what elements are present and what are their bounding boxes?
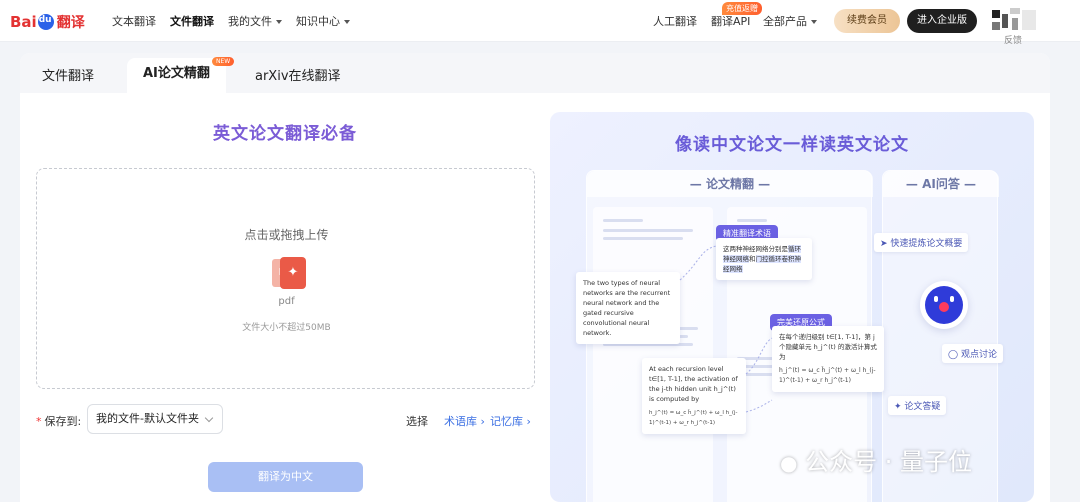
upload-title: 英文论文翻译必备 (213, 124, 357, 144)
wechat-icon: ● (780, 451, 798, 475)
memory-link[interactable]: 记忆库 › (490, 413, 531, 429)
file-size-limit: 文件大小不超过50MB (242, 323, 331, 333)
discuss-icon: ◯ (948, 350, 961, 360)
save-folder-value: 我的文件-默认文件夹 (96, 412, 199, 425)
chip-discuss: ◯ 观点讨论 (942, 344, 1003, 363)
nav-my-files-label: 我的文件 (228, 15, 272, 28)
chip-summary: ➤ 快速提炼论文概要 (874, 233, 969, 252)
baidu-paw-icon (37, 14, 54, 30)
nav-knowledge-label: 知识中心 (296, 15, 340, 28)
user-avatar[interactable] (990, 6, 1044, 36)
chevron-down-icon (276, 20, 282, 24)
save-to-label: * 保存到: (36, 415, 82, 428)
chip-qa-label: 论文答疑 (904, 402, 941, 412)
nav-text-translate[interactable]: 文本翻译 (112, 13, 156, 29)
translate-to-chinese-button[interactable]: 翻译为中文 (208, 462, 363, 492)
nav-all-products[interactable]: 全部产品 (763, 13, 817, 29)
pdf-file-icon: F ✦ (272, 257, 306, 291)
chevron-down-icon (811, 20, 817, 24)
chevron-down-icon (344, 20, 350, 24)
wechat-watermark: ● 公众号 · 量子位 (780, 442, 972, 477)
renew-vip-button[interactable]: 续费会员 (834, 9, 900, 33)
select-label: 选择 (406, 415, 428, 428)
upload-prompt: 点击或拖拽上传 (244, 228, 329, 242)
chevron-right-icon: › (477, 415, 485, 428)
enterprise-button[interactable]: 进入企业版 (907, 9, 977, 33)
file-type-label: pdf (278, 296, 295, 307)
chip-discuss-label: 观点讨论 (960, 350, 997, 360)
tab-arxiv-translate[interactable]: arXiv在线翻译 (255, 65, 341, 84)
nav-knowledge-center[interactable]: 知识中心 (296, 13, 350, 29)
nav-my-files[interactable]: 我的文件 (228, 13, 282, 29)
chevron-right-icon: › (523, 415, 531, 428)
watermark-text: 公众号 · 量子位 (805, 448, 972, 476)
nav-all-products-label: 全部产品 (763, 15, 807, 28)
chevron-down-icon (204, 413, 214, 423)
logo-suffix: 翻译 (56, 15, 85, 31)
baidu-translate-logo[interactable]: Bai 翻译 (10, 12, 85, 32)
nav-translate-api[interactable]: 翻译API (711, 13, 750, 29)
tab-ai-paper-translate[interactable]: AI论文精翻 (127, 58, 226, 93)
tab-bar: 文件翻译 AI论文精翻 NEW arXiv在线翻译 (20, 53, 1050, 93)
save-to-text: 保存到: (44, 415, 82, 428)
feedback-link[interactable]: 反馈 (1004, 33, 1022, 46)
save-folder-select[interactable]: 我的文件-默认文件夹 (87, 404, 223, 434)
chip-summary-label: 快速提炼论文概要 (890, 239, 963, 249)
memory-link-label: 记忆库 (490, 415, 523, 428)
glossary-link[interactable]: 术语库 › (444, 413, 485, 429)
glossary-link-label: 术语库 (444, 415, 477, 428)
nav-file-translate[interactable]: 文件翻译 (170, 13, 214, 29)
rocket-icon: ➤ (880, 239, 891, 249)
chip-qa: ✦ 论文答疑 (888, 396, 947, 415)
sparkle-icon: ✦ (894, 402, 905, 412)
ai-bot-icon (920, 281, 968, 329)
logo-text: Bai (10, 13, 37, 31)
top-navigation-bar: Bai 翻译 文本翻译 文件翻译 我的文件 知识中心 人工翻译 充值返赠 翻译A… (0, 0, 1080, 42)
upload-dropzone[interactable]: 点击或拖拽上传 F ✦ pdf 文件大小不超过50MB (36, 168, 535, 389)
tab-file-translate[interactable]: 文件翻译 (42, 65, 94, 84)
nav-human-translate[interactable]: 人工翻译 (653, 13, 697, 29)
new-badge: NEW (212, 57, 235, 66)
